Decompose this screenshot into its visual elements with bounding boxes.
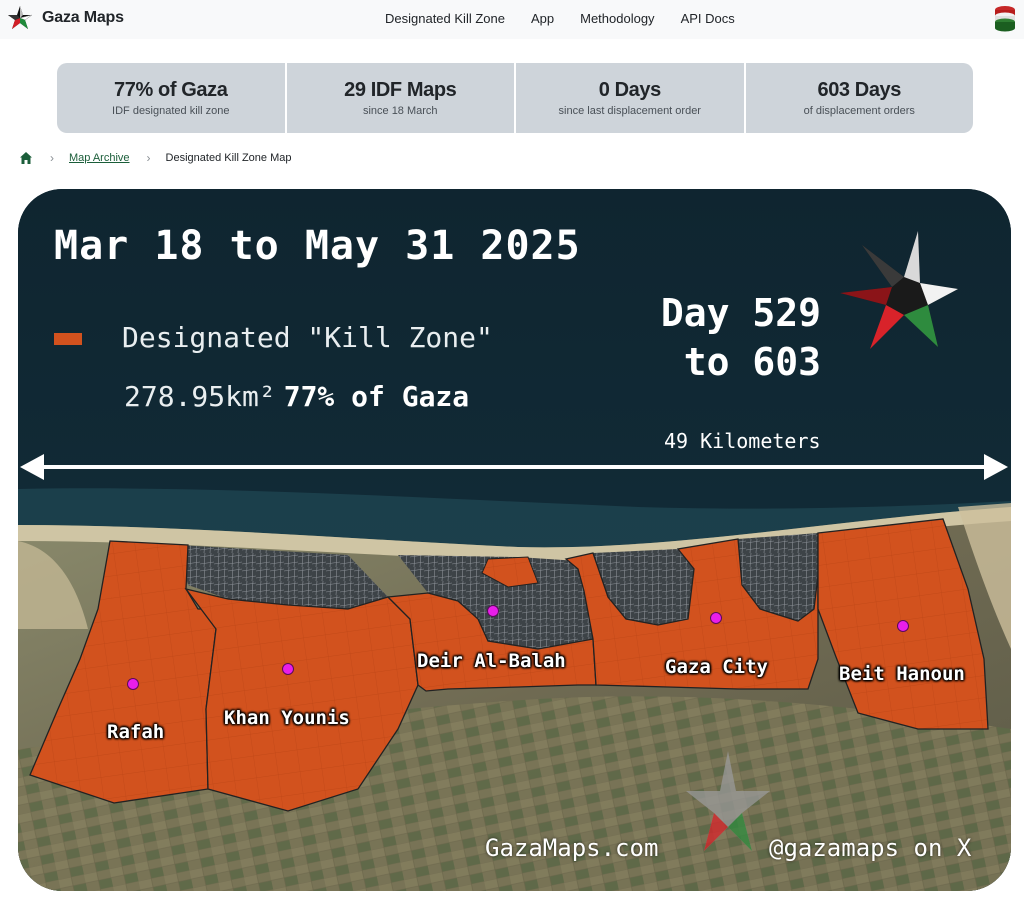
stat-value: 603 Days — [817, 79, 902, 101]
stat-label: of displacement orders — [803, 105, 915, 117]
map-graphic — [18, 189, 1011, 891]
stat-value: 0 Days — [598, 79, 661, 101]
top-navbar: Gaza Maps Designated Kill Zone App Metho… — [0, 0, 1024, 39]
stat-displacement-days: 603 Days of displacement orders — [746, 63, 974, 133]
stat-kill-zone: 77% of Gaza IDF designated kill zone — [57, 63, 287, 133]
kill-zone-map-image: Mar 18 to May 31 2025 Designated "Kill Z… — [18, 189, 1011, 891]
stat-idf-maps: 29 IDF Maps since 18 March — [287, 63, 516, 133]
brand-name: Gaza Maps — [42, 9, 124, 26]
nav-link-methodology[interactable]: Methodology — [567, 11, 667, 26]
town-label-beit-hanoun: Beit Hanoun — [839, 663, 965, 685]
area-percent: 77% of Gaza — [283, 380, 470, 413]
day-range: Day 529 to 603 — [661, 289, 821, 387]
town-label-khan-younis: Khan Younis — [224, 707, 350, 729]
nav-link-app[interactable]: App — [518, 11, 567, 26]
nav-links: Designated Kill Zone App Methodology API… — [372, 11, 748, 26]
distance-label: 49 Kilometers — [664, 429, 821, 453]
stat-value: 29 IDF Maps — [344, 79, 457, 101]
area-km: 278.95km² — [124, 380, 276, 413]
town-marker-khan-younis — [282, 663, 294, 675]
breadcrumb-map-archive[interactable]: Map Archive — [69, 152, 130, 164]
town-marker-deir-al-balah — [487, 605, 499, 617]
stacked-cake-icon[interactable] — [994, 4, 1016, 33]
stat-value: 77% of Gaza — [114, 79, 228, 101]
day-range-end: to 603 — [683, 340, 821, 384]
nav-link-api-docs[interactable]: API Docs — [668, 11, 748, 26]
town-label-gaza-city: Gaza City — [665, 656, 768, 678]
star-logo-icon — [8, 6, 33, 29]
town-marker-gaza-city — [710, 612, 722, 624]
stat-label: since 18 March — [362, 105, 438, 117]
town-label-rafah: Rafah — [107, 721, 165, 743]
map-date-range: Mar 18 to May 31 2025 — [54, 223, 581, 269]
breadcrumb-current: Designated Kill Zone Map — [165, 152, 292, 164]
chevron-right-icon: › — [50, 151, 54, 165]
stat-days-since-order: 0 Days since last displacement order — [516, 63, 746, 133]
chevron-right-icon: › — [146, 151, 151, 165]
town-marker-rafah — [127, 678, 139, 690]
breadcrumb: › Map Archive › Designated Kill Zone Map — [19, 151, 292, 165]
stat-label: since last displacement order — [558, 105, 701, 117]
home-icon[interactable] — [19, 151, 33, 165]
day-range-start: Day 529 — [660, 291, 821, 335]
brand-link[interactable]: Gaza Maps — [7, 5, 124, 31]
map-footer-handle: @gazamaps on X — [769, 834, 972, 862]
nav-link-designated-kill-zone[interactable]: Designated Kill Zone — [372, 11, 518, 26]
stat-label: IDF designated kill zone — [112, 105, 230, 117]
stats-bar: 77% of Gaza IDF designated kill zone 29 … — [57, 63, 973, 133]
town-label-deir-al-balah: Deir Al-Balah — [417, 650, 566, 672]
legend-kill-zone-label: Designated "Kill Zone" — [122, 321, 493, 354]
town-marker-beit-hanoun — [897, 620, 909, 632]
kill-zone-area: 278.95km² 77% of Gaza — [124, 380, 469, 413]
legend-kill-zone-swatch — [54, 333, 82, 345]
map-footer-site: GazaMaps.com — [485, 834, 659, 862]
